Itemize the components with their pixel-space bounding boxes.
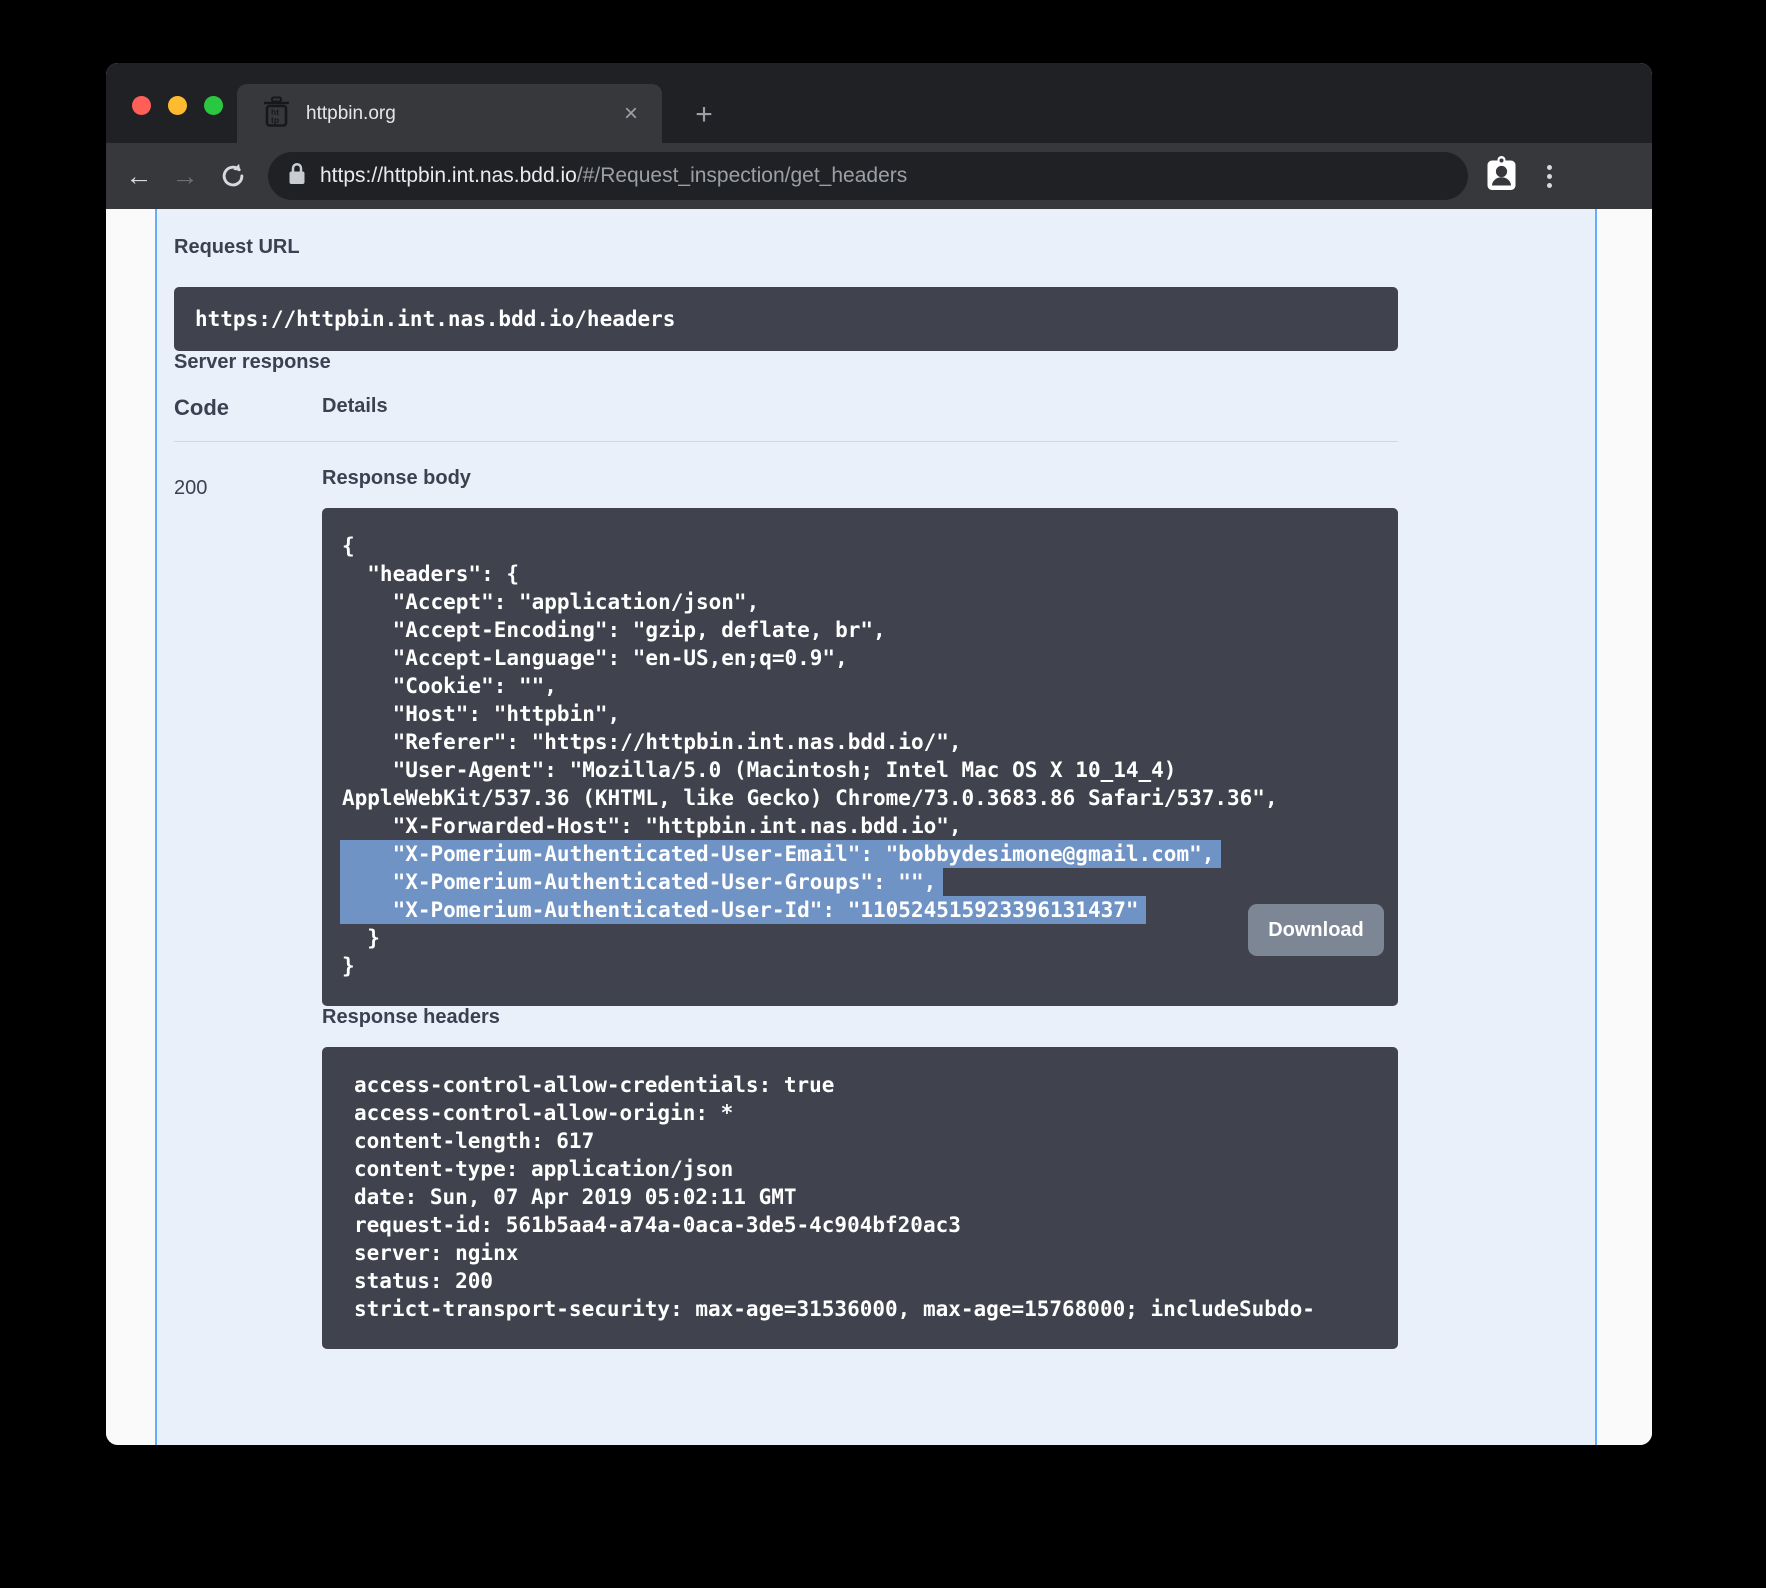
response-row-200: 200 Response body { "headers": { "Accept… bbox=[174, 467, 1398, 1349]
httpbin-trashbin-favicon-icon: ht tp bbox=[263, 96, 290, 132]
back-button[interactable]: ← bbox=[116, 153, 162, 199]
tab-strip: ht tp httpbin.org × + bbox=[106, 63, 1652, 143]
address-bar[interactable]: https://httpbin.int.nas.bdd.io/#/Request… bbox=[268, 152, 1468, 200]
response-headers-block: access-control-allow-credentials: true a… bbox=[322, 1047, 1398, 1349]
close-window-button[interactable] bbox=[132, 96, 151, 115]
request-url-value: https://httpbin.int.nas.bdd.io/headers bbox=[174, 287, 1398, 351]
url-path: /#/Request_inspection/get_headers bbox=[577, 164, 907, 187]
url-host: https://httpbin.int.nas.bdd.io bbox=[320, 164, 577, 187]
details-column-header: Details bbox=[322, 395, 388, 421]
swagger-get-opblock: Request URL https://httpbin.int.nas.bdd.… bbox=[155, 209, 1597, 1445]
request-url-label: Request URL bbox=[174, 209, 1398, 259]
response-headers-code: access-control-allow-credentials: true a… bbox=[322, 1047, 1398, 1349]
tab-httpbin[interactable]: ht tp httpbin.org × bbox=[237, 84, 662, 143]
download-button[interactable]: Download bbox=[1248, 904, 1384, 956]
traffic-lights bbox=[132, 96, 223, 115]
page-content: Request URL https://httpbin.int.nas.bdd.… bbox=[106, 209, 1652, 1445]
zoom-window-button[interactable] bbox=[204, 96, 223, 115]
code-column-header: Code bbox=[174, 395, 322, 421]
response-body-block: { "headers": { "Accept": "application/js… bbox=[322, 508, 1398, 1006]
profile-avatar-icon[interactable] bbox=[1486, 156, 1517, 196]
toolbar-right bbox=[1486, 156, 1556, 196]
table-divider bbox=[174, 441, 1398, 442]
reload-button[interactable] bbox=[210, 162, 256, 190]
svg-text:tp: tp bbox=[271, 115, 279, 125]
response-headers-label: Response headers bbox=[322, 1006, 1398, 1029]
browser-menu-kebab-icon[interactable] bbox=[1543, 161, 1556, 192]
response-body-label: Response body bbox=[322, 467, 1398, 490]
new-tab-button[interactable]: + bbox=[684, 95, 724, 135]
minimize-window-button[interactable] bbox=[168, 96, 187, 115]
tab-title: httpbin.org bbox=[306, 103, 618, 125]
response-body-code: { "headers": { "Accept": "application/js… bbox=[322, 508, 1398, 1006]
response-details-cell: Response body { "headers": { "Accept": "… bbox=[322, 467, 1398, 1349]
server-response-heading: Server response bbox=[174, 351, 1398, 374]
responses-table-header: Code Details bbox=[174, 395, 1398, 421]
url-text: https://httpbin.int.nas.bdd.io/#/Request… bbox=[320, 164, 907, 188]
browser-toolbar: ← → https://httpbin.int.nas.bdd.io/#/Req… bbox=[106, 143, 1652, 209]
status-code: 200 bbox=[174, 467, 322, 500]
browser-window: ht tp httpbin.org × + ← → ht bbox=[106, 63, 1652, 1445]
lock-icon bbox=[288, 162, 306, 190]
forward-button[interactable]: → bbox=[162, 153, 208, 199]
tab-close-icon[interactable]: × bbox=[618, 102, 644, 126]
